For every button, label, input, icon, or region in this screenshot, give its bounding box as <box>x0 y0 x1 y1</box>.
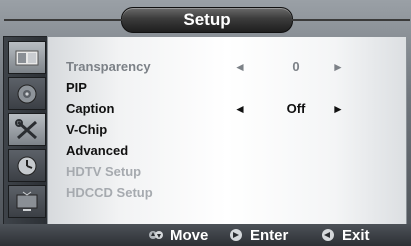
tab-setup[interactable] <box>8 113 46 146</box>
menu-title: Setup <box>4 7 410 33</box>
tab-sound[interactable] <box>8 77 46 110</box>
tv-icon <box>16 191 38 211</box>
menu-item-pip[interactable]: PIP <box>66 78 396 98</box>
tab-time[interactable] <box>8 149 46 182</box>
menu-item-label: Caption <box>66 101 115 116</box>
menu-item-transparency[interactable]: Transparency ◄ 0 ► <box>66 57 396 77</box>
menu-item-advanced[interactable]: Advanced <box>66 141 396 161</box>
menu-item-label: HDTV Setup <box>66 164 142 179</box>
menu-panel: Transparency ◄ 0 ► PIP Caption ◄ Off ► V… <box>47 36 407 226</box>
move-hint: Move <box>148 224 208 246</box>
exit-hint: Exit <box>320 224 370 246</box>
menu-item-hdtv-setup: HDTV Setup <box>66 162 396 182</box>
tools-icon <box>15 118 37 139</box>
transparency-value: 0 <box>292 59 300 74</box>
right-arrow-icon[interactable]: ► <box>332 99 344 119</box>
tab-picture[interactable] <box>8 41 46 74</box>
clock-icon <box>17 156 37 175</box>
left-arrow-icon[interactable]: ◄ <box>234 99 246 119</box>
menu-item-label: Transparency <box>66 59 151 74</box>
sound-icon <box>17 84 37 103</box>
enter-hint: Enter <box>228 224 288 246</box>
osd-frame: Setup Transparency ◄ 0 ► PIP Caption ◄ O… <box>0 0 411 246</box>
menu-item-label: PIP <box>66 80 87 95</box>
menu-item-label: V-Chip <box>66 122 108 137</box>
left-arrow-icon[interactable]: ◄ <box>234 57 246 77</box>
enter-label: Enter <box>250 226 289 244</box>
exit-button-icon <box>320 228 336 242</box>
sidebar <box>3 36 49 226</box>
enter-button-icon <box>228 228 244 242</box>
right-arrow-icon[interactable]: ► <box>332 57 344 77</box>
exit-label: Exit <box>342 226 370 244</box>
footer-bar: Move Enter Exit <box>0 224 411 246</box>
move-label: Move <box>170 226 209 244</box>
menu-item-caption[interactable]: Caption ◄ Off ► <box>66 99 396 119</box>
picture-icon <box>15 50 39 65</box>
menu-item-hdccd-setup: HDCCD Setup <box>66 183 396 203</box>
updown-arrows-icon <box>148 228 164 242</box>
menu-item-label: Advanced <box>66 143 129 158</box>
menu-item-vchip[interactable]: V-Chip <box>66 120 396 140</box>
menu-item-label: HDCCD Setup <box>66 185 153 200</box>
tab-input[interactable] <box>8 185 46 218</box>
caption-value: Off <box>286 101 306 116</box>
